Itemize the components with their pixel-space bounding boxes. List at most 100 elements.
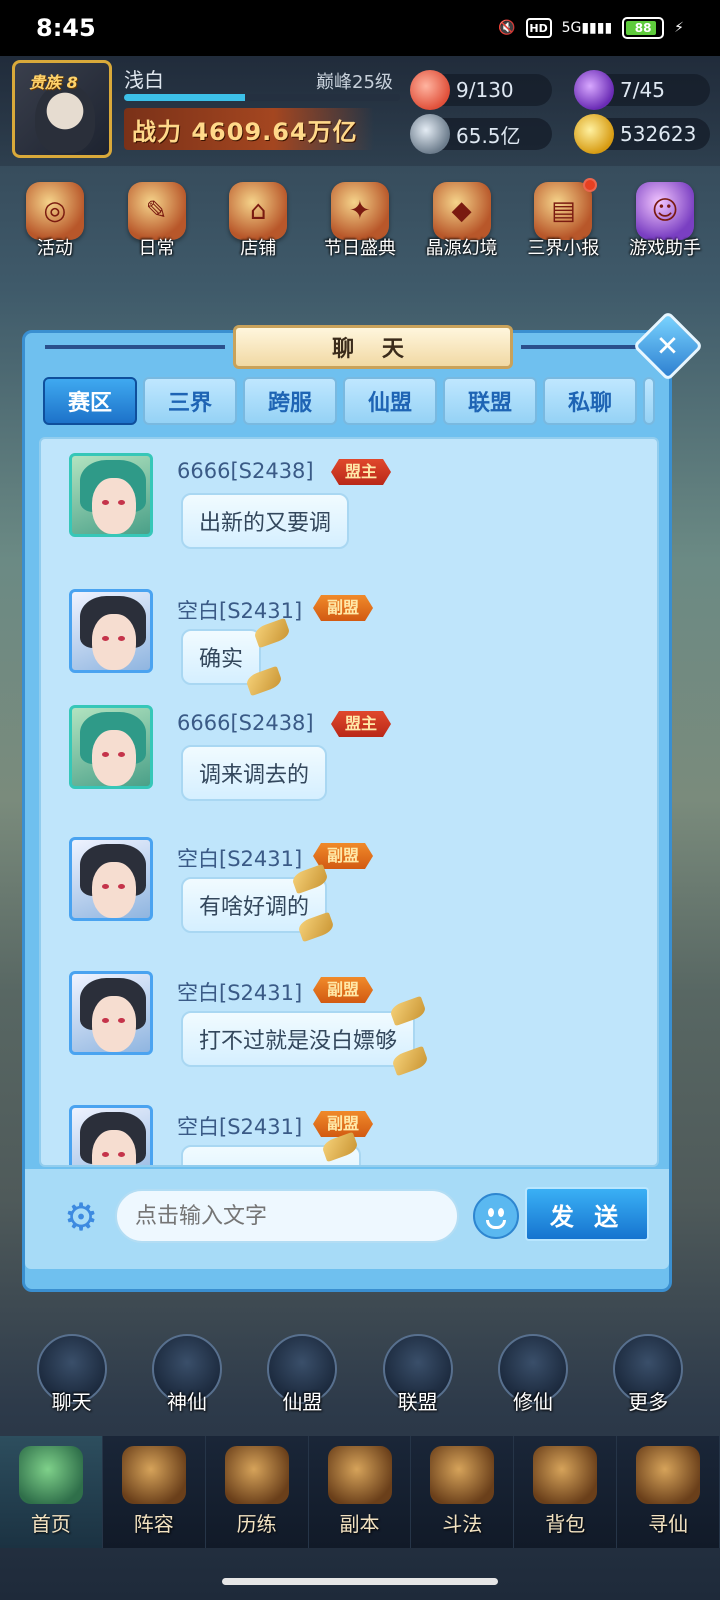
chat-panel: 聊 天 ✕ 赛区 三界 跨服 仙盟 联盟 私聊 6666[S2438] 盟主 出… [22, 310, 704, 1292]
shortcut-daily[interactable]: ✎ 日常 [107, 182, 207, 272]
status-icons: 🔇 HD 5G▮▮▮▮ 88 ⚡ [498, 17, 684, 39]
message-bubble: 出新的又要调 [181, 493, 350, 549]
shortcut-helper[interactable]: ☺ 游戏助手 [615, 182, 715, 272]
shortcut-newspaper[interactable]: ▤ 三界小报 [513, 178, 613, 272]
flame-icon [574, 70, 614, 110]
player-name: 浅白 [124, 68, 164, 92]
sender-avatar[interactable] [69, 705, 153, 789]
chat-input[interactable] [115, 1189, 459, 1243]
message-list[interactable]: 6666[S2438] 盟主 出新的又要调 空白[S2431] 副盟 确实 66… [39, 437, 659, 1167]
nav-duel[interactable]: 斗法 [411, 1436, 515, 1548]
chat-message: 空白[S2431] 副盟 确实 [41, 589, 659, 719]
chat-message: 空白[S2431] 副盟 有啥好调的 [41, 837, 659, 967]
tab-guild[interactable]: 仙盟 [343, 377, 437, 425]
tab-private[interactable]: 私聊 [543, 377, 637, 425]
sender-avatar[interactable] [69, 1105, 153, 1165]
combat-power: 战力 4609.64万亿 [124, 108, 374, 150]
tab-overflow[interactable] [643, 377, 655, 425]
feature-cultivate[interactable]: 修仙 [485, 1334, 581, 1430]
sender-name[interactable]: 6666[S2438] [177, 459, 314, 483]
ribbon-decoration [388, 995, 428, 1027]
battery-icon: 88 [622, 17, 665, 39]
sender-name[interactable]: 空白[S2431] [177, 843, 302, 873]
player-level: 巅峰25级 [316, 72, 393, 93]
chat-tabs: 赛区 三界 跨服 仙盟 联盟 私聊 [43, 377, 659, 429]
bag-icon [533, 1446, 598, 1504]
battery-level: 88 [634, 21, 652, 35]
clock: 8:45 [36, 14, 96, 42]
crystal-icon: ◆ [432, 182, 491, 240]
nav-bag[interactable]: 背包 [514, 1436, 618, 1548]
home-icon [18, 1446, 83, 1504]
gold-value: 532623 [620, 122, 697, 146]
vip-badge: 贵族 8 [29, 73, 78, 92]
nav-seek[interactable]: 寻仙 [617, 1436, 720, 1548]
gold-counter[interactable]: 532623 [574, 114, 710, 154]
chat-input-bar: ⚙ 发 送 [25, 1169, 669, 1269]
nav-home[interactable]: 首页 [0, 1436, 103, 1548]
feature-guild[interactable]: 仙盟 [254, 1334, 350, 1430]
hd-icon: HD [525, 18, 552, 38]
chat-message: 空白[S2431] 副盟 [41, 1105, 659, 1165]
dungeon-icon [327, 1446, 392, 1504]
feature-chat[interactable]: 聊天 [24, 1334, 120, 1430]
sender-name[interactable]: 空白[S2431] [177, 1111, 302, 1141]
gift-icon: ✦ [330, 182, 389, 240]
energy-counter[interactable]: 7/45 [574, 70, 710, 110]
nav-lineup[interactable]: 阵容 [103, 1436, 206, 1548]
message-bubble: 调来调去的 [181, 745, 328, 801]
stamina-value: 9/130 [456, 78, 514, 102]
close-icon: ✕ [656, 329, 680, 363]
coin-value: 65.5亿 [456, 123, 521, 148]
shop-icon: ⌂ [229, 182, 288, 240]
gold-ingot-icon [574, 114, 614, 154]
training-icon [224, 1446, 289, 1504]
shortcut-shop[interactable]: ⌂ 店铺 [208, 182, 308, 272]
lineup-icon [121, 1446, 186, 1504]
chat-message: 6666[S2438] 盟主 出新的又要调 [41, 453, 659, 583]
message-bubble: 打不过就是没白嫖够 [181, 1011, 416, 1067]
sender-avatar[interactable] [69, 837, 153, 921]
settings-gear-icon[interactable]: ⚙ [59, 1195, 103, 1239]
chat-message: 6666[S2438] 盟主 调来调去的 [41, 705, 659, 835]
shortcut-crystal[interactable]: ◆ 晶源幻境 [412, 182, 512, 272]
combat-power-value: 战力 4609.64万亿 [132, 117, 358, 146]
event-icon: ◎ [25, 182, 84, 240]
player-avatar[interactable]: 贵族 8 [12, 60, 112, 158]
send-button[interactable]: 发 送 [525, 1187, 649, 1241]
emoji-icon[interactable] [473, 1193, 519, 1239]
chat-message: 空白[S2431] 副盟 打不过就是没白嫖够 [41, 971, 657, 1101]
stamina-counter[interactable]: 9/130 [410, 70, 552, 110]
duel-icon [430, 1446, 495, 1504]
feature-bar: 聊天 神仙 仙盟 联盟 修仙 更多 [0, 1334, 720, 1430]
nav-training[interactable]: 历练 [206, 1436, 309, 1548]
shortcut-bar: ◎ 活动 ✎ 日常 ⌂ 店铺 ✦ 节日盛典 ◆ 晶源幻境 ▤ 三界小报 ☺ 游戏助手 [0, 178, 720, 272]
seek-icon [636, 1446, 701, 1504]
close-button[interactable]: ✕ [632, 310, 704, 382]
shortcut-festival[interactable]: ✦ 节日盛典 [310, 182, 410, 272]
tab-cross-server[interactable]: 跨服 [243, 377, 337, 425]
feature-immortals[interactable]: 神仙 [139, 1334, 235, 1430]
signal-icon: 5G▮▮▮▮ [561, 20, 613, 36]
role-badge: 盟主 [331, 459, 391, 485]
tab-alliance[interactable]: 联盟 [443, 377, 537, 425]
sender-name[interactable]: 6666[S2438] [177, 711, 314, 735]
coin-icon [410, 114, 450, 154]
home-indicator[interactable] [222, 1578, 498, 1585]
newspaper-icon: ▤ [534, 182, 593, 240]
player-header: 贵族 8 浅白 巅峰25级 战力 4609.64万亿 9/130 7/45 65… [0, 56, 720, 166]
feature-more[interactable]: 更多 [600, 1334, 696, 1430]
tab-three-realms[interactable]: 三界 [143, 377, 237, 425]
shortcut-activity[interactable]: ◎ 活动 [5, 182, 105, 272]
sender-avatar[interactable] [69, 453, 153, 537]
feature-alliance[interactable]: 联盟 [370, 1334, 466, 1430]
energy-value: 7/45 [620, 78, 665, 102]
nav-dungeon[interactable]: 副本 [309, 1436, 412, 1548]
sender-name[interactable]: 空白[S2431] [177, 977, 302, 1007]
sender-avatar[interactable] [69, 971, 153, 1055]
coin-counter[interactable]: 65.5亿 [410, 114, 552, 154]
sender-avatar[interactable] [69, 589, 153, 673]
exp-bar [124, 94, 400, 101]
role-badge: 副盟 [313, 977, 373, 1003]
tab-region[interactable]: 赛区 [43, 377, 137, 425]
